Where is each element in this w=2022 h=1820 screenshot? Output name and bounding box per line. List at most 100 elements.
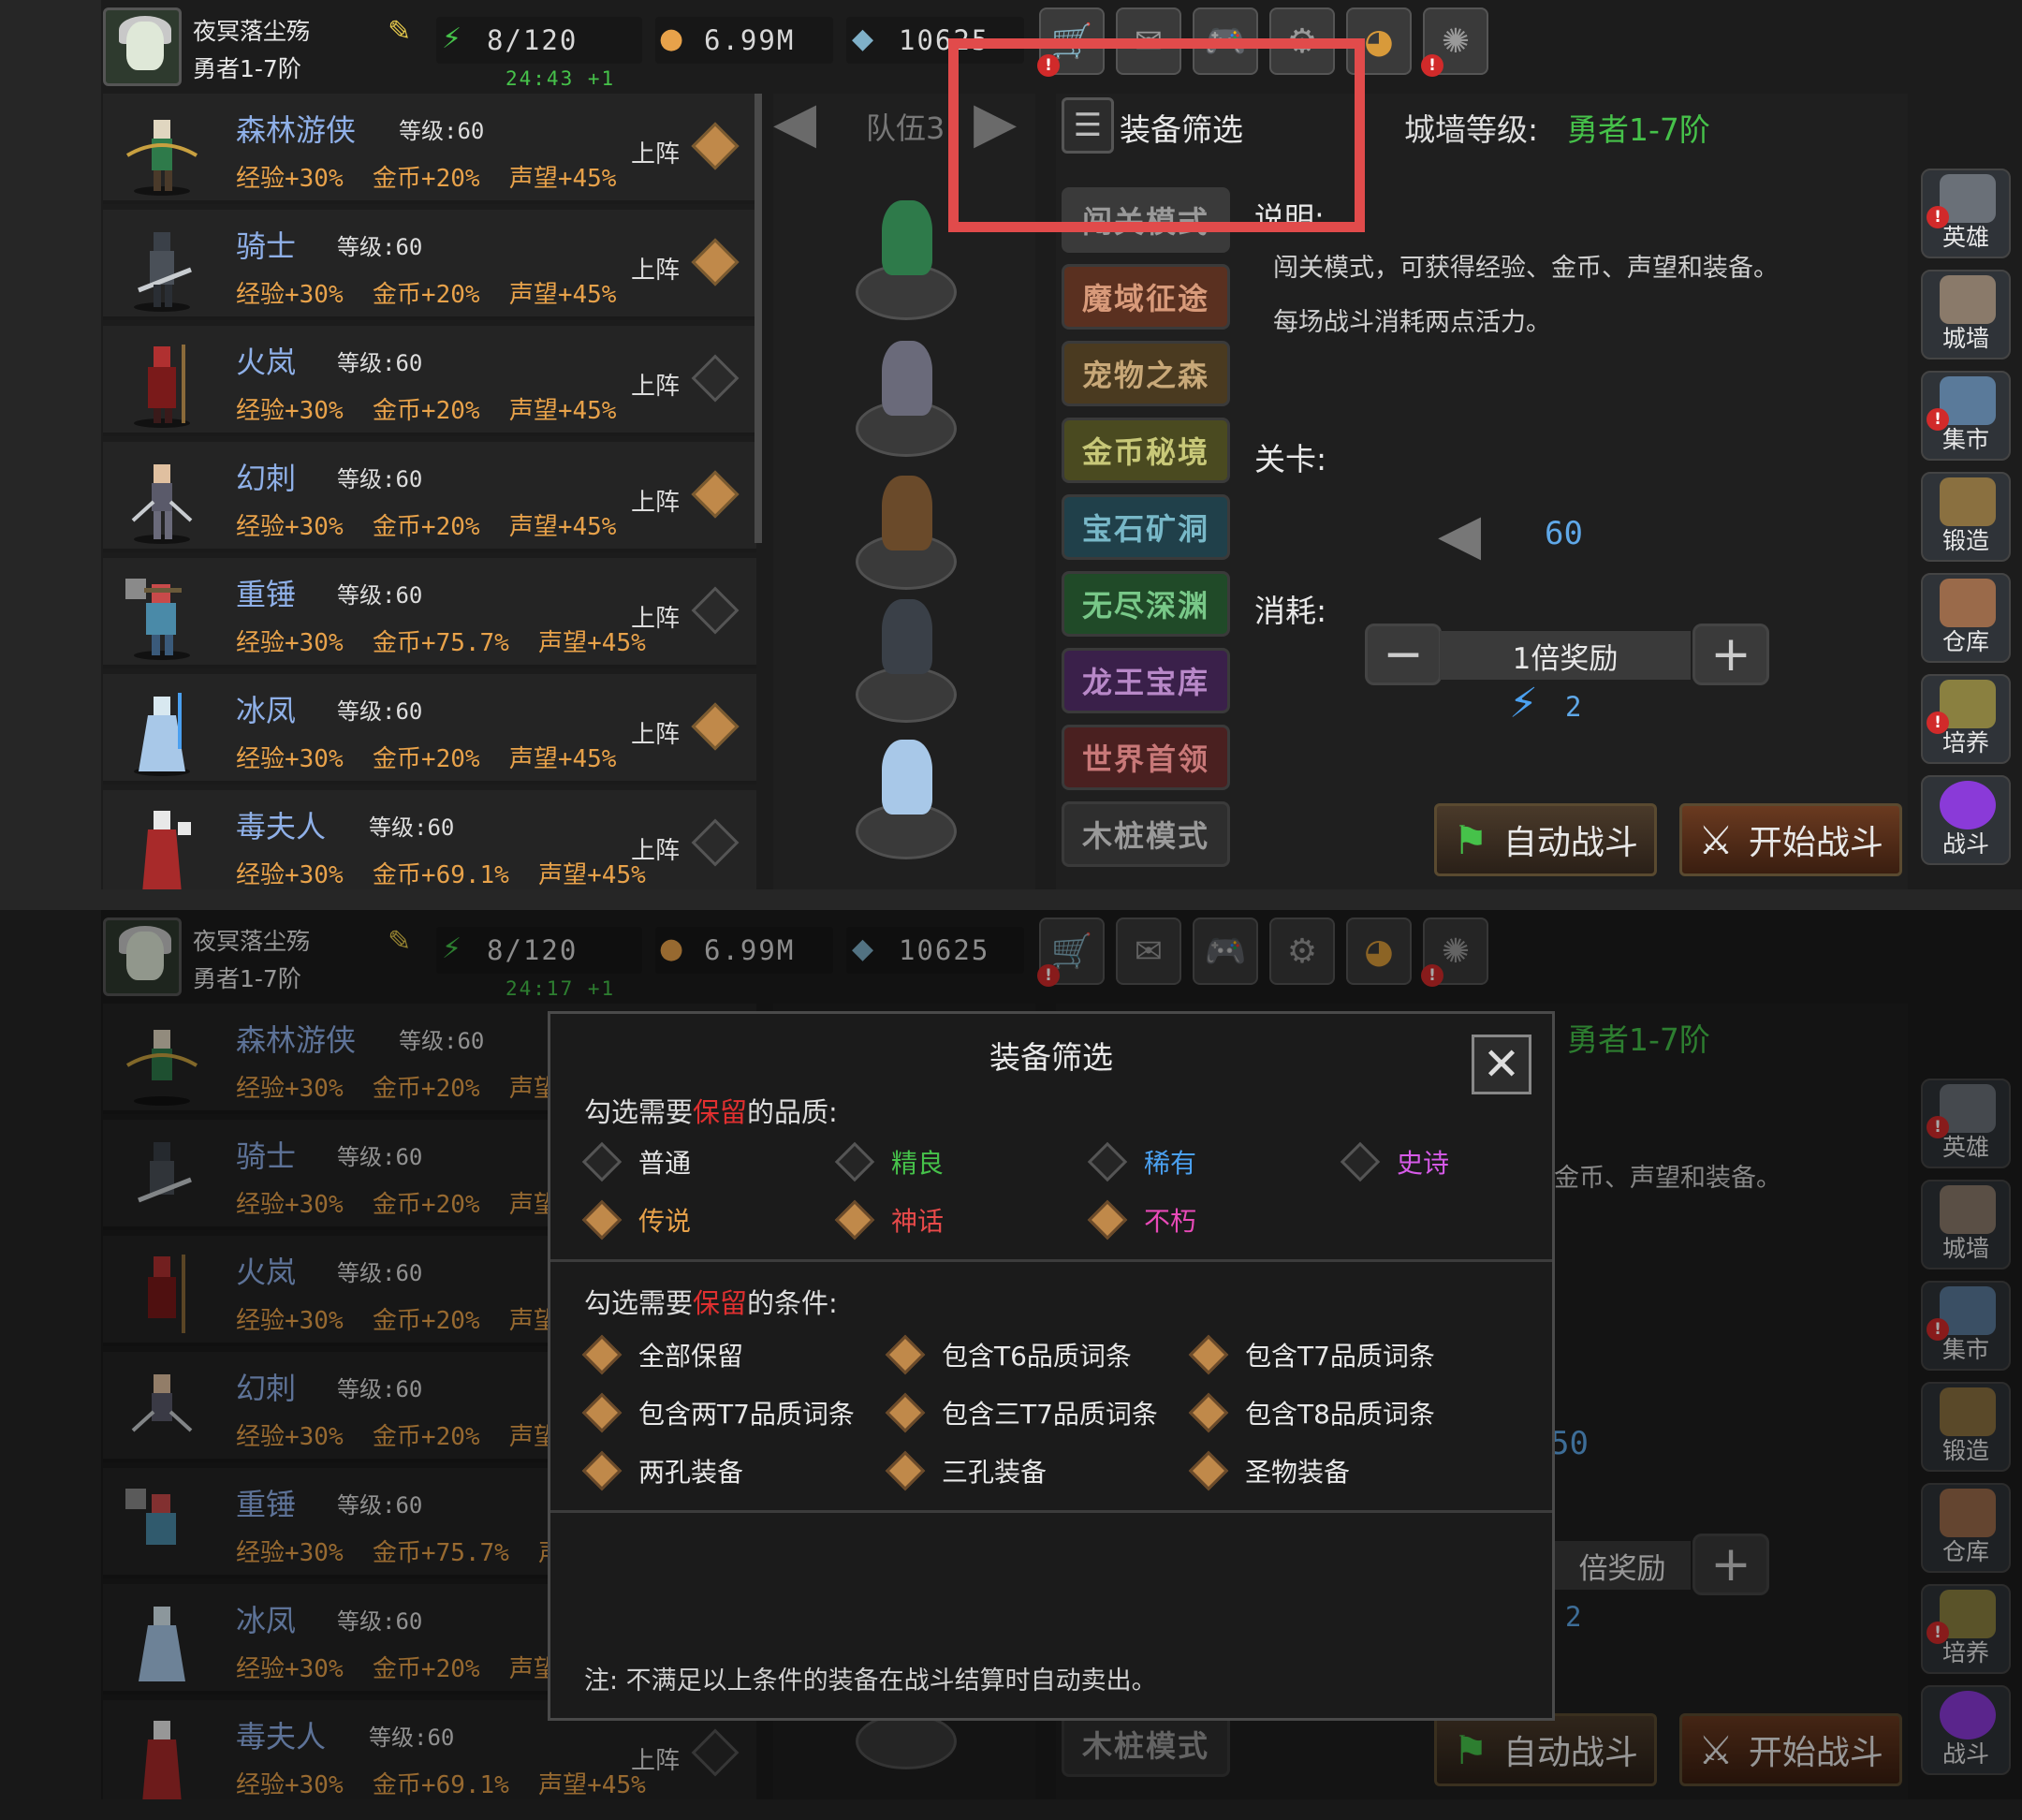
checkbox[interactable] [581,1450,623,1491]
checkbox[interactable] [1340,1141,1381,1182]
mode-dummy[interactable]: 木桩模式 [1062,801,1230,867]
hero-row[interactable]: 毒夫人 等级:60 经验+30% 金币+69.1% 声望+45% 上阵 [103,790,756,889]
checkbox[interactable] [834,1199,875,1240]
cond-t8[interactable]: 包含T8品质词条 [1188,1392,1435,1433]
hero-row[interactable]: 幻刺 等级:60 经验+30% 金币+20% 声望+45% 上阵 [103,442,756,552]
wall-level-value: 勇者1-7阶 [1567,111,1710,148]
checkbox[interactable] [581,1334,623,1375]
auto-battle-label: 自动战斗 [1502,824,1638,862]
mode-pet-forest[interactable]: 宠物之森 [1062,341,1230,406]
checkbox[interactable] [834,1141,875,1182]
event-button[interactable]: ✺! [1421,7,1488,77]
hero-row[interactable]: 火岚 等级:60 经验+30% 金币+20% 声望+45% 上阵 [103,326,756,436]
mode-demon-realm[interactable]: 魔域征途 [1062,264,1230,330]
option-label: 神话 [891,1206,945,1237]
quality-fine[interactable]: 精良 [834,1141,944,1182]
deploy-toggle[interactable] [691,586,740,635]
deploy-toggle[interactable] [691,470,740,519]
cond-three-t7[interactable]: 包含三T7品质词条 [885,1392,1158,1433]
deploy-toggle[interactable] [691,702,740,751]
team-hero-sprite [882,200,932,275]
hero-row[interactable]: 冰凤 等级:60 经验+30% 金币+20% 声望+45% 上阵 [103,674,756,785]
checkbox[interactable] [1188,1392,1229,1433]
hero-list-scrollbar[interactable] [755,94,762,543]
checkbox[interactable] [1087,1199,1128,1240]
highlight-box [948,38,1365,232]
section-prefix: 勾选需要 [584,1096,694,1128]
hero-name: 森林游侠 [236,112,357,148]
section-suffix: 的品质: [747,1096,838,1128]
close-button[interactable]: ✕ [1472,1035,1531,1094]
hero-name: 重锤 [236,577,297,612]
edit-icon[interactable]: ✎ [388,15,411,48]
checkbox[interactable] [1087,1141,1128,1182]
mode-gem-mine[interactable]: 宝石矿洞 [1062,494,1230,560]
hero-row[interactable]: 重锤 等级:60 经验+30% 金币+75.7% 声望+45% 上阵 [103,558,756,668]
hero-sprite [120,571,204,661]
energy-icon: ⚡ [442,22,462,55]
checkbox[interactable] [1188,1450,1229,1491]
hero-list[interactable]: 森林游侠 等级:60 经验+30% 金币+20% 声望+45% 上阵 骑士 等级… [103,94,758,889]
hero-level: 等级:60 [337,234,423,260]
cond-three-socket[interactable]: 三孔装备 [885,1450,1047,1491]
player-avatar[interactable] [103,7,182,86]
mode-endless-abyss[interactable]: 无尽深渊 [1062,571,1230,637]
quality-legendary[interactable]: 传说 [581,1199,692,1240]
checkbox[interactable] [1188,1334,1229,1375]
hero-name: 火岚 [236,345,297,380]
quality-common[interactable]: 普通 [581,1141,691,1182]
sidebar-forge[interactable]: 锻造 [1921,472,2011,562]
sidebar-label: 培养 [1941,729,1989,756]
sidebar-label: 城墙 [1941,325,1989,352]
hero-level: 等级:60 [369,815,455,841]
sidebar-market[interactable]: ! 集市 [1921,371,2011,461]
checkbox[interactable] [885,1392,926,1433]
sidebar-label: 集市 [1941,426,1989,453]
castle-wall-icon [1940,275,1996,324]
sidebar-wall[interactable]: 城墙 [1921,270,2011,360]
checkbox[interactable] [885,1334,926,1375]
option-label: 包含T6品质词条 [942,1341,1132,1372]
deploy-toggle[interactable] [691,238,740,286]
increase-button[interactable]: + [1692,624,1769,685]
mode-dragon-vault[interactable]: 龙王宝库 [1062,648,1230,713]
sidebar-storage[interactable]: 仓库 [1921,573,2011,663]
quality-rare[interactable]: 稀有 [1087,1141,1196,1182]
team-slot[interactable] [856,667,957,723]
deploy-toggle[interactable] [691,354,740,403]
start-battle-button[interactable]: ⚔ 开始战斗 [1679,803,1902,876]
hero-row[interactable]: 骑士 等级:60 经验+30% 金币+20% 声望+45% 上阵 [103,210,756,320]
hero-name: 幻刺 [236,461,297,496]
quality-epic[interactable]: 史诗 [1340,1141,1449,1182]
quality-immortal[interactable]: 不朽 [1087,1199,1196,1240]
checkbox[interactable] [581,1392,623,1433]
quality-mythic[interactable]: 神话 [834,1199,945,1240]
sidebar-train[interactable]: ! 培养 [1921,674,2011,764]
checkbox[interactable] [885,1450,926,1491]
deploy-toggle[interactable] [691,122,740,170]
mode-gold-realm[interactable]: 金币秘境 [1062,418,1230,483]
cond-t7[interactable]: 包含T7品质词条 [1188,1334,1435,1375]
gold-value: 6.99M [704,24,796,56]
auto-battle-button[interactable]: ⚑ 自动战斗 [1434,803,1657,876]
stage-label: 关卡: [1254,441,1327,477]
hero-sprite [120,455,204,545]
cond-relic[interactable]: 圣物装备 [1188,1450,1350,1491]
decrease-button[interactable]: − [1365,624,1442,685]
stage-prev-arrow-icon[interactable]: ◀ [1438,502,1481,567]
team-prev-arrow-icon[interactable]: ◀ [773,90,816,155]
cond-two-t7[interactable]: 包含两T7品质词条 [581,1392,855,1433]
cond-keep-all[interactable]: 全部保留 [581,1334,743,1375]
checkbox[interactable] [581,1141,623,1182]
dialog-title: 装备筛选 [989,1039,1113,1076]
mode-world-boss[interactable]: 世界首领 [1062,725,1230,790]
checkbox[interactable] [581,1199,623,1240]
hero-row[interactable]: 森林游侠 等级:60 经验+30% 金币+20% 声望+45% 上阵 [103,94,756,204]
option-label: 传说 [638,1206,692,1237]
sidebar-heroes[interactable]: ! 英雄 [1921,169,2011,258]
deploy-toggle[interactable] [691,818,740,867]
cond-two-socket[interactable]: 两孔装备 [581,1450,743,1491]
sidebar-battle[interactable]: 战斗 [1921,775,2011,865]
cond-t6[interactable]: 包含T6品质词条 [885,1334,1132,1375]
wall-level-label: 城墙等级: [1404,111,1539,148]
